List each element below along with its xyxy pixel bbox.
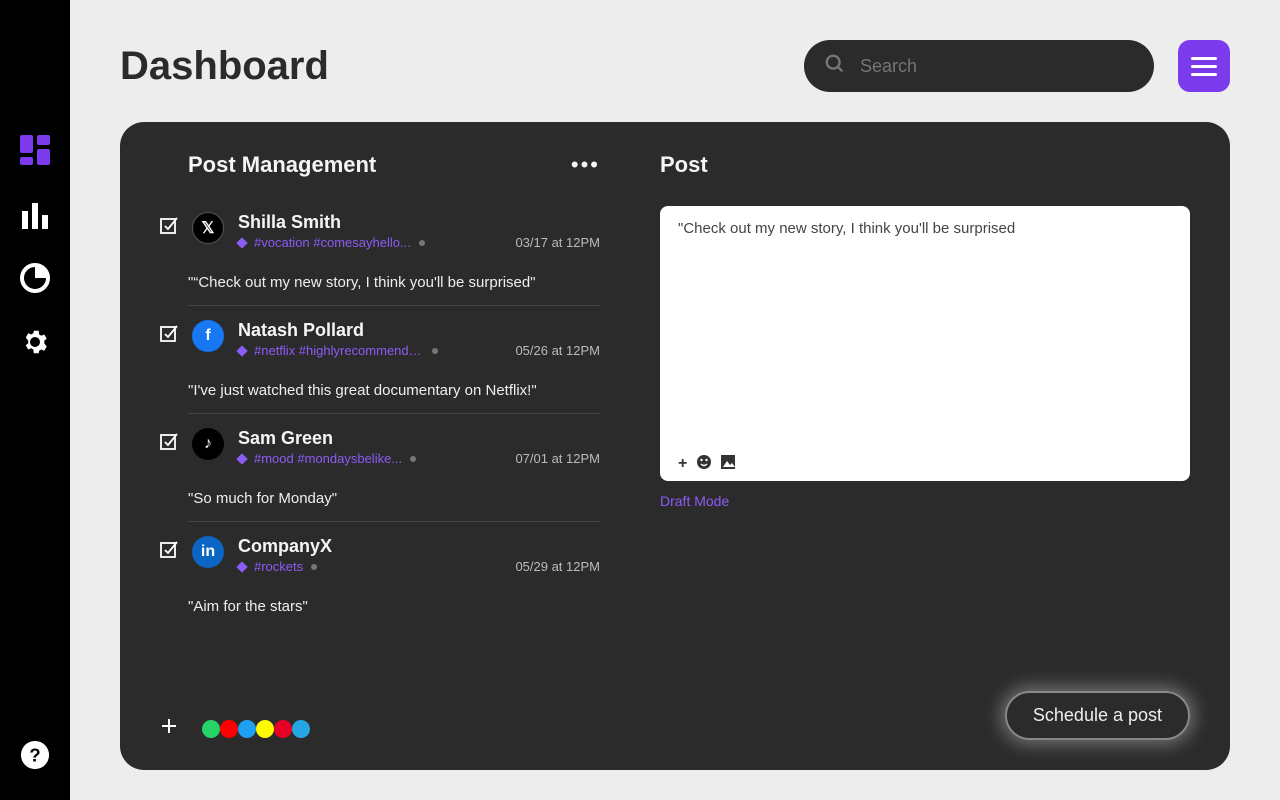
checkbox-icon[interactable]	[160, 324, 178, 347]
checkbox-icon[interactable]	[160, 216, 178, 239]
post-tags[interactable]: #netflix #highlyrecommended...	[254, 343, 424, 358]
attach-icon[interactable]: +	[678, 455, 687, 473]
draft-mode-toggle[interactable]: Draft Mode	[660, 493, 1190, 509]
checkbox-icon[interactable]	[160, 432, 178, 455]
post-tags[interactable]: #vocation #comesayhello...	[254, 235, 411, 250]
more-icon[interactable]: •••	[571, 152, 600, 178]
youtube-icon[interactable]	[220, 720, 238, 738]
search-icon	[824, 53, 846, 80]
dot-separator	[410, 456, 416, 462]
dot-separator	[311, 564, 317, 570]
search-input[interactable]	[860, 56, 1134, 77]
post-composer[interactable]: "Check out my new story, I think you'll …	[660, 206, 1190, 481]
post-date: 07/01 at 12PM	[515, 451, 600, 466]
telegram-icon[interactable]	[292, 720, 310, 738]
post-body: "Aim for the stars"	[188, 598, 600, 615]
post-author: Sam Green	[238, 428, 600, 449]
post-date: 05/26 at 12PM	[515, 343, 600, 358]
post-date: 05/29 at 12PM	[515, 559, 600, 574]
x-icon: 𝕏	[192, 212, 224, 244]
sidebar-item-analytics[interactable]	[20, 199, 50, 229]
pinterest-icon[interactable]	[274, 720, 292, 738]
sidebar-nav: ?	[0, 0, 70, 800]
dot-separator	[432, 348, 438, 354]
post-body: "“Check out my new story, I think you'll…	[188, 274, 600, 291]
snapchat-icon[interactable]	[256, 720, 274, 738]
checkbox-icon[interactable]	[160, 540, 178, 563]
composer-title: Post	[660, 152, 708, 178]
tag-icon	[236, 237, 247, 248]
menu-icon	[1191, 57, 1217, 60]
network-icons-row	[202, 720, 310, 738]
linkedin-icon: in	[192, 536, 224, 568]
sidebar-item-reports[interactable]	[20, 263, 50, 293]
dot-separator	[419, 240, 425, 246]
facebook-icon: f	[192, 320, 224, 352]
image-icon[interactable]	[721, 455, 735, 473]
post-date: 03/17 at 12PM	[515, 235, 600, 250]
tag-icon	[236, 561, 247, 572]
post-item[interactable]: in CompanyX #rockets 05/29 at 12PM	[160, 522, 600, 588]
search-bar[interactable]	[804, 40, 1154, 92]
sidebar-item-dashboard[interactable]	[20, 135, 50, 165]
schedule-post-button[interactable]: Schedule a post	[1005, 691, 1190, 740]
tag-icon	[236, 345, 247, 356]
tiktok-icon: ♪	[192, 428, 224, 460]
sidebar-item-settings[interactable]	[20, 327, 50, 357]
help-icon[interactable]: ?	[20, 740, 50, 770]
page-title: Dashboard	[120, 44, 329, 89]
main-panel: Post Management ••• 𝕏 Shilla Smith #voca…	[120, 122, 1230, 770]
menu-button[interactable]	[1178, 40, 1230, 92]
post-author: CompanyX	[238, 536, 600, 557]
post-body: "I've just watched this great documentar…	[188, 382, 600, 399]
post-item[interactable]: f Natash Pollard #netflix #highlyrecomme…	[160, 306, 600, 372]
add-network-button[interactable]	[160, 717, 178, 740]
whatsapp-icon[interactable]	[202, 720, 220, 738]
post-body: "So much for Monday"	[188, 490, 600, 507]
post-item[interactable]: ♪ Sam Green #mood #mondaysbelike... 07/0…	[160, 414, 600, 480]
tag-icon	[236, 453, 247, 464]
svg-text:?: ?	[29, 745, 40, 766]
post-tags[interactable]: #mood #mondaysbelike...	[254, 451, 402, 466]
post-tags[interactable]: #rockets	[254, 559, 303, 574]
post-author: Natash Pollard	[238, 320, 600, 341]
twitter-icon[interactable]	[238, 720, 256, 738]
post-management-title: Post Management	[160, 152, 376, 178]
composer-text[interactable]: "Check out my new story, I think you'll …	[678, 220, 1172, 455]
post-item[interactable]: 𝕏 Shilla Smith #vocation #comesayhello..…	[160, 198, 600, 264]
post-author: Shilla Smith	[238, 212, 600, 233]
emoji-icon[interactable]	[697, 455, 711, 473]
